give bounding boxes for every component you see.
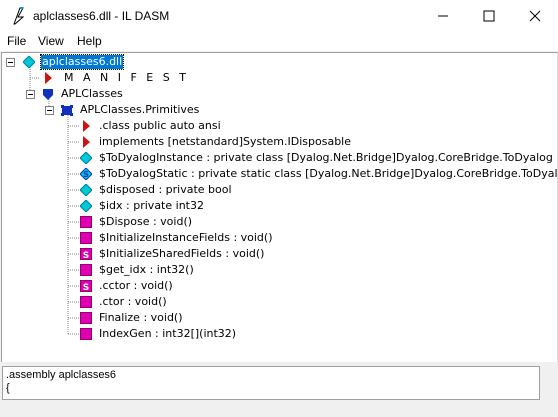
menu-file[interactable]: File <box>7 34 26 48</box>
window-title: aplclasses6.dll - IL DASM <box>33 9 170 23</box>
tree-node-label: APLClasses.Primitives <box>80 103 200 116</box>
method-icon <box>80 328 92 340</box>
tree-node-static-field[interactable]: S $ToDyalogStatic : private static class… <box>80 166 557 182</box>
collapse-class-icon[interactable] <box>45 106 54 115</box>
tree-node-field[interactable]: $idx : private int32 <box>80 198 220 214</box>
tree-node-method[interactable]: .ctor : void() <box>80 294 190 310</box>
close-button[interactable] <box>512 0 558 32</box>
maximize-icon <box>483 10 495 22</box>
tree-node-label: $get_idx : int32() <box>99 263 194 276</box>
il-dasm-app-icon <box>13 7 25 25</box>
field-diamond-icon <box>80 200 92 212</box>
tree-node-static-method[interactable]: S $InitializeSharedFields : void() <box>80 246 270 262</box>
tree-node-field[interactable]: $ToDyalogInstance : private class [Dyalo… <box>80 150 553 166</box>
tree-node-assembly[interactable]: aplclasses6.dll <box>23 54 133 70</box>
tree-node-label: .class public auto ansi <box>99 119 221 132</box>
tree-node-label: $disposed : private bool <box>99 183 232 196</box>
method-icon <box>80 296 92 308</box>
tree-node-label: $InitializeInstanceFields : void() <box>99 231 273 244</box>
svg-text:S: S <box>83 283 89 292</box>
minimize-button[interactable] <box>420 0 466 32</box>
close-icon <box>529 10 541 22</box>
tree-node-method[interactable]: $Dispose : void() <box>80 214 210 230</box>
tree-node-method[interactable]: $get_idx : int32() <box>80 262 210 278</box>
svg-text:S: S <box>83 170 89 179</box>
assembly-diamond-icon <box>23 56 35 68</box>
il-text-line: { <box>6 382 10 394</box>
scrollbar-corner <box>540 400 556 415</box>
collapse-root-icon[interactable] <box>6 58 15 67</box>
tree-view[interactable]: aplclasses6.dll M A N I F E S T APLClass… <box>1 52 558 363</box>
tree-node-label: .ctor : void() <box>99 295 167 308</box>
minimize-icon <box>438 15 448 17</box>
tree-node-label: .cctor : void() <box>99 279 173 292</box>
tree-node-label: M A N I F E S T <box>64 71 189 84</box>
tree-node-label: Finalize : void() <box>99 311 183 324</box>
il-text-line: .assembly aplclasses6 <box>6 369 117 381</box>
tree-node-namespace[interactable]: APLClasses <box>42 86 132 102</box>
tree-node-label: APLClasses <box>61 87 123 100</box>
tree-node-label: $idx : private int32 <box>99 199 204 212</box>
tree-node-manifest[interactable]: M A N I F E S T <box>42 70 186 86</box>
static-method-icon: S <box>80 248 92 260</box>
vertical-scrollbar[interactable] <box>540 366 556 400</box>
menu-help[interactable]: Help <box>77 34 102 48</box>
menu-bar: File View Help <box>0 32 558 51</box>
method-icon <box>80 312 92 324</box>
svg-text:S: S <box>83 251 89 260</box>
menu-view[interactable]: View <box>38 34 64 48</box>
tree-node-method[interactable]: $InitializeInstanceFields : void() <box>80 230 273 246</box>
static-method-icon: S <box>80 280 92 292</box>
static-field-icon: S <box>80 168 92 180</box>
tree-node-class-decl[interactable]: .class public auto ansi <box>80 118 230 134</box>
tree-node-class[interactable]: APLClasses.Primitives <box>61 102 201 118</box>
field-diamond-icon <box>80 184 92 196</box>
tree-node-label: aplclasses6.dll <box>39 54 125 70</box>
class-icon <box>61 105 73 116</box>
il-text-pane[interactable]: .assembly aplclasses6 { <box>2 366 540 400</box>
tree-node-field[interactable]: $disposed : private bool <box>80 182 240 198</box>
tree-node-label: implements [netstandard]System.IDisposab… <box>99 135 352 148</box>
red-triangle-icon <box>83 136 90 148</box>
method-icon <box>80 264 92 276</box>
collapse-namespace-icon[interactable] <box>26 90 35 99</box>
red-triangle-icon <box>45 72 52 84</box>
tree-node-label: $ToDyalogInstance : private class [Dyalo… <box>99 151 553 164</box>
tree-node-label: IndexGen : int32[](int32) <box>99 327 237 340</box>
tree-node-label: $InitializeSharedFields : void() <box>99 247 265 260</box>
horizontal-scrollbar[interactable] <box>2 400 540 415</box>
tree-node-implements[interactable]: implements [netstandard]System.IDisposab… <box>80 134 351 150</box>
namespace-shield-icon <box>43 89 53 100</box>
field-diamond-icon <box>80 152 92 164</box>
tree-node-method[interactable]: IndexGen : int32[](int32) <box>80 326 240 342</box>
tree-node-static-method[interactable]: S .cctor : void() <box>80 278 190 294</box>
title-bar[interactable]: aplclasses6.dll - IL DASM <box>0 0 558 32</box>
tree-node-label: $Dispose : void() <box>99 215 193 228</box>
method-icon <box>80 216 92 228</box>
red-triangle-icon <box>83 120 90 132</box>
tree-node-method[interactable]: Finalize : void() <box>80 310 200 326</box>
method-icon <box>80 232 92 244</box>
tree-node-label: $ToDyalogStatic : private static class [… <box>99 167 558 180</box>
maximize-button[interactable] <box>466 0 512 32</box>
